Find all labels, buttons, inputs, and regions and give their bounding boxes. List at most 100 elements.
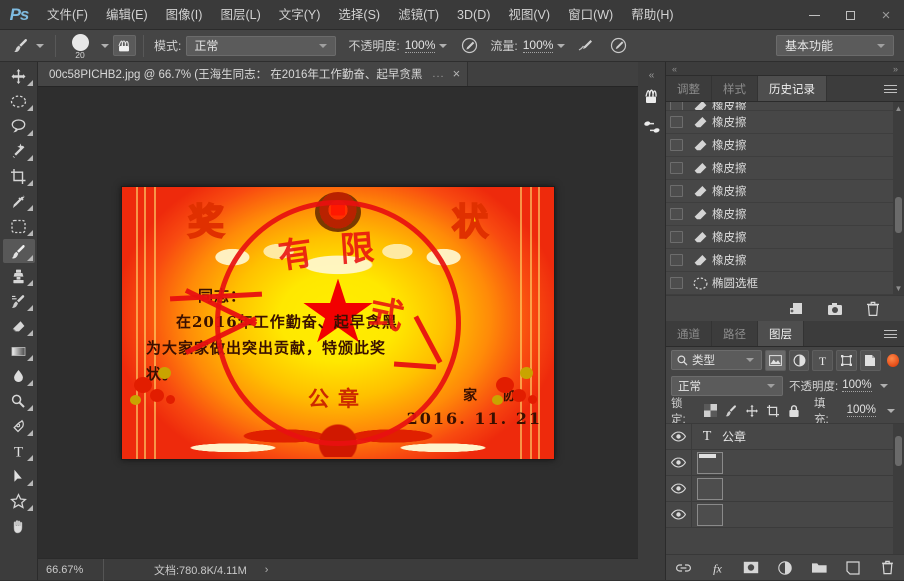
new-document-from-state-icon[interactable] [788,300,806,318]
lock-position-icon[interactable] [745,404,759,418]
table-row[interactable]: T 公章 [666,424,904,450]
lock-image-icon[interactable] [724,404,738,418]
table-row[interactable] [666,476,904,502]
adjustment-filter-icon[interactable] [789,350,810,371]
layer-name[interactable]: 公章 [722,428,746,445]
history-item[interactable]: 橡皮擦 [666,157,904,180]
history-item[interactable]: 橡皮擦 [666,102,904,111]
lock-all-icon[interactable] [787,404,801,418]
patch-tool[interactable] [3,214,35,238]
layer-filter-kind-select[interactable]: 类型 [671,350,762,370]
status-expand-arrow-icon[interactable]: › [265,564,269,576]
eyedropper-tool[interactable] [3,189,35,213]
brush-presets-icon[interactable] [639,84,665,110]
history-state-toggle[interactable] [670,254,683,266]
layer-blend-mode-select[interactable]: 正常 [671,376,783,396]
history-state-toggle[interactable] [670,185,683,197]
menu-image[interactable]: 图像(I) [157,0,212,30]
link-layers-icon[interactable] [674,559,692,577]
delete-layer-icon[interactable] [878,559,896,577]
hand-tool[interactable] [3,514,35,538]
move-tool[interactable] [3,64,35,88]
history-state-toggle[interactable] [670,102,683,111]
menu-select[interactable]: 选择(S) [329,0,389,30]
menu-edit[interactable]: 编辑(E) [97,0,157,30]
magic-wand-tool[interactable] [3,139,35,163]
new-group-icon[interactable] [810,559,828,577]
menu-filter[interactable]: 滤镜(T) [389,0,448,30]
new-layer-icon[interactable] [844,559,862,577]
menu-window[interactable]: 窗口(W) [559,0,622,30]
layers-panel-menu-icon[interactable] [884,321,897,347]
layer-list[interactable]: T 公章 [666,423,904,554]
history-state-toggle[interactable] [670,162,683,174]
history-item[interactable]: 橡皮擦 [666,249,904,272]
document-tab-close-icon[interactable]: × [451,67,463,80]
lock-artboard-icon[interactable] [766,404,780,418]
adjustment-layer-icon[interactable] [776,559,794,577]
new-snapshot-icon[interactable] [826,300,844,318]
history-item[interactable]: 橡皮擦 [666,134,904,157]
flow-chevron-down-icon[interactable] [557,44,565,48]
history-panel-menu-icon[interactable] [884,76,897,102]
canvas-viewport[interactable]: 奖 状 同志： 在2016年工作勤奋、起早贪黑 为大家家做出突出贡献，特颁此奖 … [38,87,638,558]
history-list[interactable]: 橡皮擦 橡皮擦 [666,102,904,295]
smart-object-filter-icon[interactable] [860,350,881,371]
layer-visibility-toggle[interactable] [666,450,692,475]
clone-stamp-tool[interactable] [3,264,35,288]
elliptical-marquee-tool[interactable] [3,89,35,113]
custom-shape-tool[interactable] [3,489,35,513]
menu-layer[interactable]: 图层(L) [211,0,269,30]
opacity-value[interactable]: 100% [405,38,436,53]
history-item[interactable]: 橡皮擦 [666,111,904,134]
smoothing-icon[interactable] [575,35,596,56]
history-state-toggle[interactable] [670,139,683,151]
lasso-tool[interactable] [3,114,35,138]
tab-layers[interactable]: 图层 [758,321,804,346]
airbrush-icon[interactable] [459,35,480,56]
crop-tool[interactable] [3,164,35,188]
opacity-chevron-down-icon[interactable] [439,44,447,48]
lock-transparency-icon[interactable] [704,404,718,418]
history-brush-tool[interactable] [3,289,35,313]
dodge-tool[interactable] [3,389,35,413]
menu-view[interactable]: 视图(V) [499,0,559,30]
history-state-toggle[interactable] [670,116,683,128]
tab-channels[interactable]: 通道 [666,321,712,346]
history-state-toggle[interactable] [670,208,683,220]
brush-icon[interactable] [10,35,32,57]
history-item[interactable]: 椭圆选框 [666,272,904,295]
layer-visibility-toggle[interactable] [666,502,692,527]
layer-opacity-value[interactable]: 100% [842,379,871,392]
pen-tool[interactable] [3,414,35,438]
pixel-filter-icon[interactable] [765,350,786,371]
tablet-pressure-icon[interactable] [113,35,136,56]
layer-opacity-chevron-down-icon[interactable] [880,384,888,388]
layer-style-fx-icon[interactable]: fx [708,559,726,577]
layer-fill-chevron-down-icon[interactable] [887,409,895,413]
history-item[interactable]: 橡皮擦 [666,203,904,226]
tab-history[interactable]: 历史记录 [758,76,827,101]
path-selection-tool[interactable] [3,464,35,488]
history-state-toggle[interactable] [670,231,683,243]
close-button[interactable]: × [868,0,904,30]
blend-mode-select[interactable]: 正常 [186,36,336,56]
blur-tool[interactable] [3,364,35,388]
layer-scrollbar-thumb[interactable] [895,436,902,466]
layer-fill-value[interactable]: 100% [847,404,876,417]
history-state-toggle[interactable] [670,277,683,289]
filter-enable-toggle[interactable] [887,354,899,367]
brush-preset-chevron-down-icon[interactable] [36,44,44,48]
type-tool[interactable]: T [3,439,35,463]
type-filter-icon[interactable]: T [812,350,833,371]
document-tab[interactable]: 00c58PICHB2.jpg @ 66.7% (王海生同志： 在2016年工作… [38,61,468,86]
tab-adjustments[interactable]: 调整 [666,76,712,101]
eraser-tool[interactable] [3,314,35,338]
tab-paths[interactable]: 路径 [712,321,758,346]
pressure-size-icon[interactable] [608,35,629,56]
brush-panel-chevron-down-icon[interactable] [101,44,109,48]
gradient-tool[interactable] [3,339,35,363]
scroll-up-icon[interactable]: ▲ [895,102,903,115]
delete-state-icon[interactable] [864,300,882,318]
minimize-button[interactable] [796,0,832,30]
